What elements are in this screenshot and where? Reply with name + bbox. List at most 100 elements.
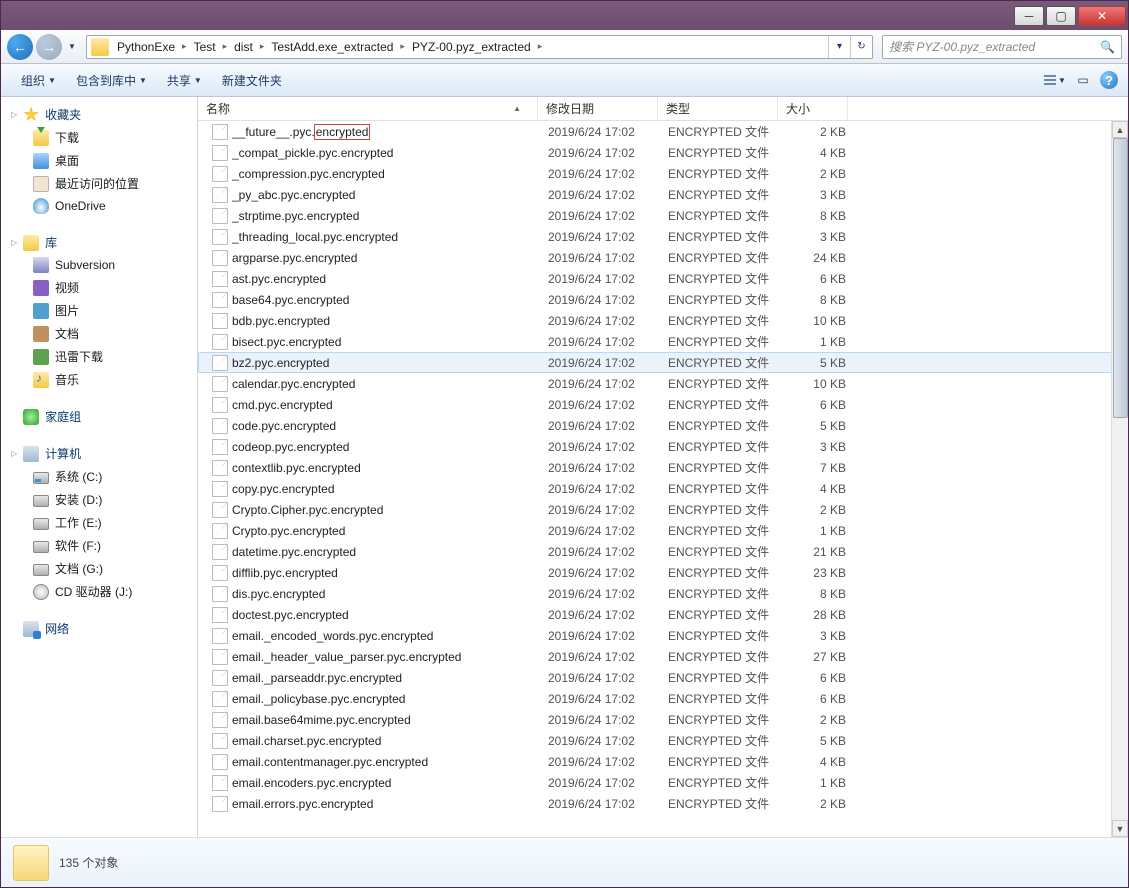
file-row[interactable]: contextlib.pyc.encrypted2019/6/24 17:02E… xyxy=(198,457,1128,478)
vertical-scrollbar[interactable]: ▲ ▼ xyxy=(1111,121,1128,837)
file-row[interactable]: __future__.pyc.encrypted2019/6/24 17:02E… xyxy=(198,121,1128,142)
view-options-button[interactable]: ▼ xyxy=(1044,69,1066,91)
file-date: 2019/6/24 17:02 xyxy=(548,440,668,454)
file-row[interactable]: doctest.pyc.encrypted2019/6/24 17:02ENCR… xyxy=(198,604,1128,625)
breadcrumb-segment[interactable]: PYZ-00.pyz_extracted xyxy=(408,40,535,54)
sidebar-item-vid[interactable]: 视频 xyxy=(1,276,197,299)
help-button[interactable]: ? xyxy=(1100,71,1118,89)
sidebar-network[interactable]: ▷网络 xyxy=(1,617,197,640)
breadcrumb-segment[interactable]: Test xyxy=(190,40,220,54)
sidebar-favorites-header[interactable]: ▷收藏夹 xyxy=(1,103,197,126)
sidebar-item-doc[interactable]: 文档 xyxy=(1,322,197,345)
file-row[interactable]: email._encoded_words.pyc.encrypted2019/6… xyxy=(198,625,1128,646)
sidebar-item-sub[interactable]: Subversion xyxy=(1,254,197,276)
sidebar-item-recent[interactable]: 最近访问的位置 xyxy=(1,172,197,195)
file-row[interactable]: bz2.pyc.encrypted2019/6/24 17:02ENCRYPTE… xyxy=(198,352,1128,373)
maximize-button[interactable]: ▢ xyxy=(1046,6,1076,26)
file-list[interactable]: __future__.pyc.encrypted2019/6/24 17:02E… xyxy=(198,121,1128,837)
sidebar-item-desk[interactable]: 桌面 xyxy=(1,149,197,172)
sidebar-drive-c[interactable]: 系统 (C:) xyxy=(1,465,197,488)
scroll-up-button[interactable]: ▲ xyxy=(1112,121,1128,138)
include-library-menu[interactable]: 包含到库中▼ xyxy=(66,72,157,89)
minimize-button[interactable]: ─ xyxy=(1014,6,1044,26)
address-dropdown[interactable]: ▾ xyxy=(828,36,850,58)
forward-button[interactable]: → xyxy=(36,34,62,60)
search-input[interactable]: 搜索 PYZ-00.pyz_extracted 🔍 xyxy=(882,35,1122,59)
organize-menu[interactable]: 组织▼ xyxy=(11,72,66,89)
file-row[interactable]: email.errors.pyc.encrypted2019/6/24 17:0… xyxy=(198,793,1128,814)
sidebar-drive-j[interactable]: CD 驱动器 (J:) xyxy=(1,580,197,603)
file-row[interactable]: email._policybase.pyc.encrypted2019/6/24… xyxy=(198,688,1128,709)
history-dropdown[interactable]: ▼ xyxy=(65,36,79,58)
breadcrumb-segment[interactable]: dist xyxy=(230,40,257,54)
sidebar-item-pic[interactable]: 图片 xyxy=(1,299,197,322)
scroll-down-button[interactable]: ▼ xyxy=(1112,820,1128,837)
file-row[interactable]: argparse.pyc.encrypted2019/6/24 17:02ENC… xyxy=(198,247,1128,268)
file-name: email._encoded_words.pyc.encrypted xyxy=(232,629,548,643)
refresh-button[interactable]: ↻ xyxy=(850,36,872,58)
file-row[interactable]: bdb.pyc.encrypted2019/6/24 17:02ENCRYPTE… xyxy=(198,310,1128,331)
file-row[interactable]: codeop.pyc.encrypted2019/6/24 17:02ENCRY… xyxy=(198,436,1128,457)
file-row[interactable]: base64.pyc.encrypted2019/6/24 17:02ENCRY… xyxy=(198,289,1128,310)
file-row[interactable]: bisect.pyc.encrypted2019/6/24 17:02ENCRY… xyxy=(198,331,1128,352)
breadcrumb-separator[interactable]: ▸ xyxy=(220,41,231,52)
back-button[interactable]: ← xyxy=(7,34,33,60)
close-button[interactable]: ✕ xyxy=(1078,6,1126,26)
file-row[interactable]: dis.pyc.encrypted2019/6/24 17:02ENCRYPTE… xyxy=(198,583,1128,604)
file-row[interactable]: calendar.pyc.encrypted2019/6/24 17:02ENC… xyxy=(198,373,1128,394)
file-row[interactable]: cmd.pyc.encrypted2019/6/24 17:02ENCRYPTE… xyxy=(198,394,1128,415)
file-row[interactable]: code.pyc.encrypted2019/6/24 17:02ENCRYPT… xyxy=(198,415,1128,436)
breadcrumb-separator[interactable]: ▸ xyxy=(179,41,190,52)
address-bar[interactable]: PythonExe▸Test▸dist▸TestAdd.exe_extracte… xyxy=(86,35,873,59)
file-row[interactable]: copy.pyc.encrypted2019/6/24 17:02ENCRYPT… xyxy=(198,478,1128,499)
sidebar-item-mus[interactable]: 音乐 xyxy=(1,368,197,391)
file-row[interactable]: Crypto.pyc.encrypted2019/6/24 17:02ENCRY… xyxy=(198,520,1128,541)
file-row[interactable]: email._parseaddr.pyc.encrypted2019/6/24 … xyxy=(198,667,1128,688)
sidebar-drive-e[interactable]: 工作 (E:) xyxy=(1,511,197,534)
file-row[interactable]: _compression.pyc.encrypted2019/6/24 17:0… xyxy=(198,163,1128,184)
scroll-thumb[interactable] xyxy=(1113,138,1128,418)
sidebar-item-onedrive[interactable]: OneDrive xyxy=(1,195,197,217)
sidebar-computer-header[interactable]: ▷计算机 xyxy=(1,442,197,465)
breadcrumb-segment[interactable]: PythonExe xyxy=(113,40,179,54)
breadcrumb-separator[interactable]: ▸ xyxy=(397,41,408,52)
column-date-header[interactable]: 修改日期 xyxy=(538,97,658,120)
file-row[interactable]: email.charset.pyc.encrypted2019/6/24 17:… xyxy=(198,730,1128,751)
column-name-header[interactable]: 名称▲ xyxy=(198,97,538,120)
sidebar-item-xl[interactable]: 迅雷下载 xyxy=(1,345,197,368)
breadcrumb-separator[interactable]: ▸ xyxy=(257,41,268,52)
breadcrumb[interactable]: PythonExe▸Test▸dist▸TestAdd.exe_extracte… xyxy=(113,40,545,54)
column-type-header[interactable]: 类型 xyxy=(658,97,778,120)
sidebar-homegroup[interactable]: ▷家庭组 xyxy=(1,405,197,428)
file-row[interactable]: email._header_value_parser.pyc.encrypted… xyxy=(198,646,1128,667)
sidebar-drive-d[interactable]: 安装 (D:) xyxy=(1,488,197,511)
sidebar-drive-f[interactable]: 软件 (F:) xyxy=(1,534,197,557)
file-icon xyxy=(212,481,228,497)
sidebar-drive-g[interactable]: 文档 (G:) xyxy=(1,557,197,580)
share-menu[interactable]: 共享▼ xyxy=(157,72,212,89)
sub-icon xyxy=(33,257,49,273)
breadcrumb-separator[interactable]: ▸ xyxy=(535,41,546,52)
preview-pane-button[interactable]: ▭ xyxy=(1072,69,1094,91)
vid-icon xyxy=(33,280,49,296)
file-name: cmd.pyc.encrypted xyxy=(232,398,548,412)
file-row[interactable]: Crypto.Cipher.pyc.encrypted2019/6/24 17:… xyxy=(198,499,1128,520)
file-row[interactable]: email.contentmanager.pyc.encrypted2019/6… xyxy=(198,751,1128,772)
column-size-header[interactable]: 大小 xyxy=(778,97,848,120)
file-row[interactable]: _compat_pickle.pyc.encrypted2019/6/24 17… xyxy=(198,142,1128,163)
sidebar-library-header[interactable]: ▷库 xyxy=(1,231,197,254)
file-row[interactable]: _strptime.pyc.encrypted2019/6/24 17:02EN… xyxy=(198,205,1128,226)
titlebar[interactable]: ─ ▢ ✕ xyxy=(1,1,1128,30)
file-row[interactable]: email.base64mime.pyc.encrypted2019/6/24 … xyxy=(198,709,1128,730)
navigation-pane[interactable]: ▷收藏夹 下载桌面最近访问的位置OneDrive ▷库 Subversion视频… xyxy=(1,97,198,837)
file-row[interactable]: datetime.pyc.encrypted2019/6/24 17:02ENC… xyxy=(198,541,1128,562)
file-date: 2019/6/24 17:02 xyxy=(548,398,668,412)
file-row[interactable]: _threading_local.pyc.encrypted2019/6/24 … xyxy=(198,226,1128,247)
sidebar-item-dl[interactable]: 下载 xyxy=(1,126,197,149)
new-folder-button[interactable]: 新建文件夹 xyxy=(212,72,292,89)
file-row[interactable]: ast.pyc.encrypted2019/6/24 17:02ENCRYPTE… xyxy=(198,268,1128,289)
breadcrumb-segment[interactable]: TestAdd.exe_extracted xyxy=(267,40,397,54)
file-row[interactable]: email.encoders.pyc.encrypted2019/6/24 17… xyxy=(198,772,1128,793)
file-row[interactable]: _py_abc.pyc.encrypted2019/6/24 17:02ENCR… xyxy=(198,184,1128,205)
file-row[interactable]: difflib.pyc.encrypted2019/6/24 17:02ENCR… xyxy=(198,562,1128,583)
